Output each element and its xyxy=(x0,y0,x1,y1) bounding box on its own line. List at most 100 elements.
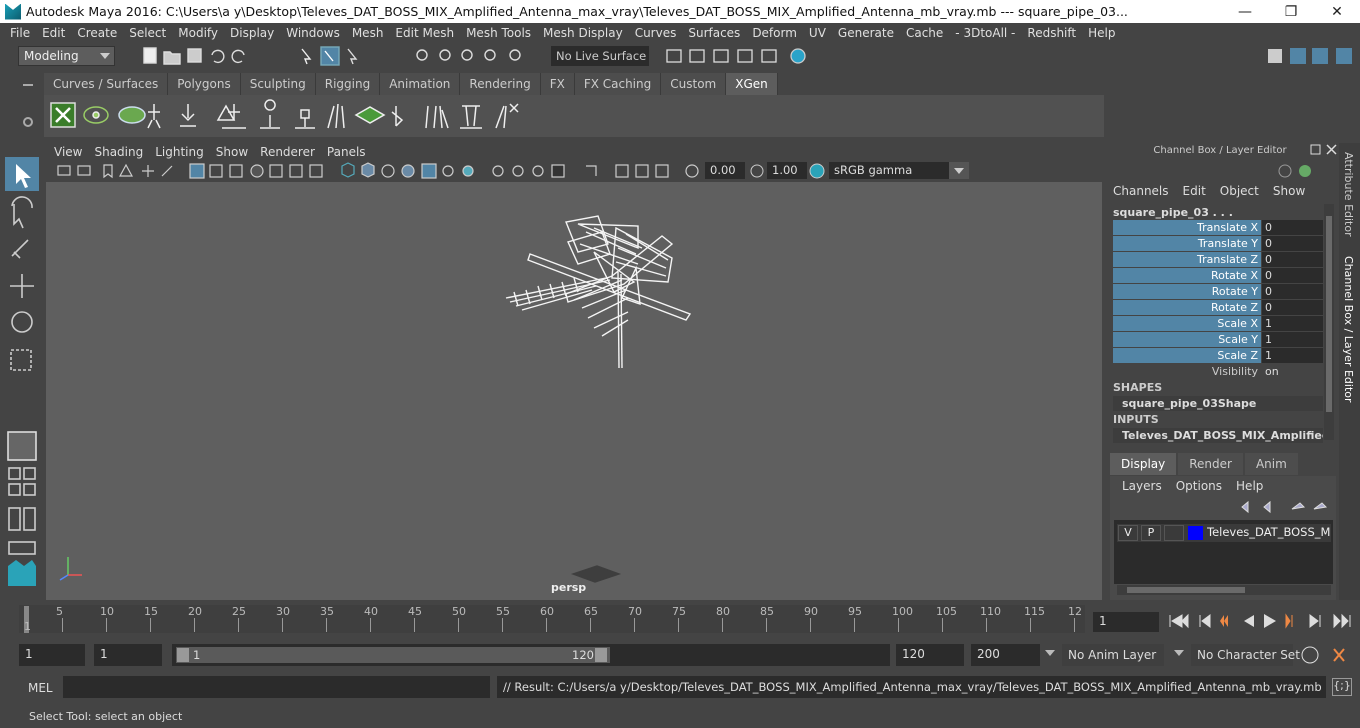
range-slider-fill[interactable] xyxy=(176,647,610,663)
cb-menu-show[interactable]: Show xyxy=(1273,184,1305,198)
cb-menu-object[interactable]: Object xyxy=(1220,184,1259,198)
panel-window-icons[interactable] xyxy=(1309,143,1339,157)
attr-translate-y[interactable]: Translate Y 0 xyxy=(1113,236,1323,251)
layer-menu-options[interactable]: Options xyxy=(1176,479,1222,493)
chevron-down-icon[interactable] xyxy=(1174,650,1184,656)
menu-mesh[interactable]: Mesh xyxy=(346,26,390,40)
maximize-button[interactable]: ❐ xyxy=(1268,0,1314,23)
menu-curves[interactable]: Curves xyxy=(629,26,683,40)
input-node[interactable]: Televes_DAT_BOSS_MIX_Amplified_... xyxy=(1113,428,1323,443)
cb-menu-channels[interactable]: Channels xyxy=(1113,184,1169,198)
anim-pref-icons[interactable] xyxy=(1298,644,1360,666)
script-editor-icon[interactable]: {;} xyxy=(1332,678,1352,696)
viewport-menu-renderer[interactable]: Renderer xyxy=(260,145,323,159)
scrollbar-thumb[interactable] xyxy=(1326,216,1332,412)
layer-playback-toggle[interactable]: P xyxy=(1141,525,1161,541)
attr-translate-x[interactable]: Translate X 0 xyxy=(1113,220,1323,235)
tab-custom[interactable]: Custom xyxy=(661,73,727,95)
menu-display[interactable]: Display xyxy=(224,26,280,40)
menu-modify[interactable]: Modify xyxy=(172,26,224,40)
layer-row[interactable]: V P Televes_DAT_BOSS_MIX_A xyxy=(1117,524,1331,542)
attr-scale-x[interactable]: Scale X 1 xyxy=(1113,316,1323,331)
attr-scale-y[interactable]: Scale Y 1 xyxy=(1113,332,1323,347)
anim-layer-select[interactable]: No Anim Layer xyxy=(1062,644,1164,666)
attr-rotate-z[interactable]: Rotate Z 0 xyxy=(1113,300,1323,315)
tab-render-layers[interactable]: Render xyxy=(1178,453,1243,475)
menu-mesh-tools[interactable]: Mesh Tools xyxy=(460,26,537,40)
menu-file[interactable]: File xyxy=(4,26,36,40)
layer-visibility-toggle[interactable]: V xyxy=(1118,525,1138,541)
tab-fx-caching[interactable]: FX Caching xyxy=(574,73,662,95)
playback-start-field[interactable]: 1 xyxy=(94,644,162,666)
menu-help[interactable]: Help xyxy=(1082,26,1121,40)
range-start-handle[interactable] xyxy=(177,648,189,662)
menu-select[interactable]: Select xyxy=(123,26,172,40)
attr-value[interactable]: 1 xyxy=(1262,332,1323,347)
attr-rotate-x[interactable]: Rotate X 0 xyxy=(1113,268,1323,283)
menu-cache[interactable]: Cache xyxy=(900,26,949,40)
viewport-menu-shading[interactable]: Shading xyxy=(94,145,151,159)
tab-rigging[interactable]: Rigging xyxy=(315,73,381,95)
channel-box-scrollbar[interactable] xyxy=(1324,204,1334,440)
range-end-handle[interactable] xyxy=(595,648,607,662)
attr-scale-z[interactable]: Scale Z 1 xyxy=(1113,348,1323,363)
layer-list-scrollbar[interactable] xyxy=(1117,585,1331,595)
tab-channel-box-layer-editor[interactable]: Channel Box / Layer Editor xyxy=(1342,256,1355,403)
menu-3dtoall[interactable]: - 3DtoAll - xyxy=(949,26,1021,40)
character-set-select[interactable]: No Character Set xyxy=(1191,644,1300,666)
layer-name[interactable]: Televes_DAT_BOSS_MIX_A xyxy=(1207,525,1331,539)
attr-value[interactable]: 1 xyxy=(1262,348,1323,363)
close-button[interactable]: ✕ xyxy=(1314,0,1360,23)
layer-action-icons[interactable] xyxy=(1236,499,1332,515)
tab-animation[interactable]: Animation xyxy=(380,73,461,95)
tab-sculpting[interactable]: Sculpting xyxy=(240,73,316,95)
playback-end-field[interactable]: 120 xyxy=(896,644,964,666)
chevron-down-icon[interactable] xyxy=(1045,650,1055,656)
mel-command-input[interactable] xyxy=(63,676,490,698)
attr-value[interactable]: 1 xyxy=(1262,316,1323,331)
color-management-icon[interactable] xyxy=(808,162,826,180)
attr-value[interactable]: 0 xyxy=(1262,268,1323,283)
attr-value[interactable]: 0 xyxy=(1262,236,1323,251)
menu-edit[interactable]: Edit xyxy=(36,26,71,40)
attr-translate-z[interactable]: Translate Z 0 xyxy=(1113,252,1323,267)
current-frame-field[interactable]: 1 xyxy=(1093,612,1159,632)
attr-value[interactable]: 0 xyxy=(1262,252,1323,267)
start-time-field[interactable]: 1 xyxy=(19,644,85,666)
layer-menu-layers[interactable]: Layers xyxy=(1122,479,1162,493)
viewport-persp[interactable]: persp xyxy=(46,182,1102,600)
end-time-field[interactable]: 200 xyxy=(971,644,1040,666)
shape-node[interactable]: square_pipe_03Shape xyxy=(1113,396,1323,411)
menu-surfaces[interactable]: Surfaces xyxy=(682,26,746,40)
menu-deform[interactable]: Deform xyxy=(746,26,803,40)
tab-xgen[interactable]: XGen xyxy=(726,73,778,95)
menu-redshift[interactable]: Redshift xyxy=(1021,26,1082,40)
scrollbar-thumb[interactable] xyxy=(1127,587,1245,593)
shelf-menu-icons[interactable] xyxy=(18,78,42,136)
minimize-button[interactable]: — xyxy=(1222,0,1268,23)
gamma-field[interactable]: 1.00 xyxy=(767,162,807,179)
menu-edit-mesh[interactable]: Edit Mesh xyxy=(389,26,460,40)
menu-create[interactable]: Create xyxy=(71,26,123,40)
tab-fx[interactable]: FX xyxy=(540,73,575,95)
attr-rotate-y[interactable]: Rotate Y 0 xyxy=(1113,284,1323,299)
color-space-dropdown[interactable] xyxy=(949,162,969,179)
tab-attribute-editor[interactable]: Attribute Editor xyxy=(1342,152,1355,237)
layer-color-swatch[interactable] xyxy=(1188,526,1203,540)
exposure-field[interactable]: 0.00 xyxy=(705,162,745,179)
menu-generate[interactable]: Generate xyxy=(832,26,900,40)
tab-rendering[interactable]: Rendering xyxy=(460,73,541,95)
channel-box-mode-icons[interactable] xyxy=(1276,162,1314,180)
attr-value[interactable]: 0 xyxy=(1262,220,1323,235)
menu-set-selector[interactable]: Modeling xyxy=(18,46,115,66)
menu-uv[interactable]: UV xyxy=(803,26,832,40)
layer-menu-help[interactable]: Help xyxy=(1236,479,1263,493)
attr-value[interactable]: on xyxy=(1262,364,1323,379)
object-name[interactable]: square_pipe_03 . . . xyxy=(1113,206,1233,219)
tab-curves-surfaces[interactable]: Curves / Surfaces xyxy=(44,73,169,95)
attr-value[interactable]: 0 xyxy=(1262,300,1323,315)
live-surface-field[interactable]: No Live Surface xyxy=(551,46,649,66)
viewport-menu-lighting[interactable]: Lighting xyxy=(155,145,212,159)
layer-display-type-toggle[interactable] xyxy=(1164,525,1184,541)
tab-anim-layers[interactable]: Anim xyxy=(1244,453,1298,475)
